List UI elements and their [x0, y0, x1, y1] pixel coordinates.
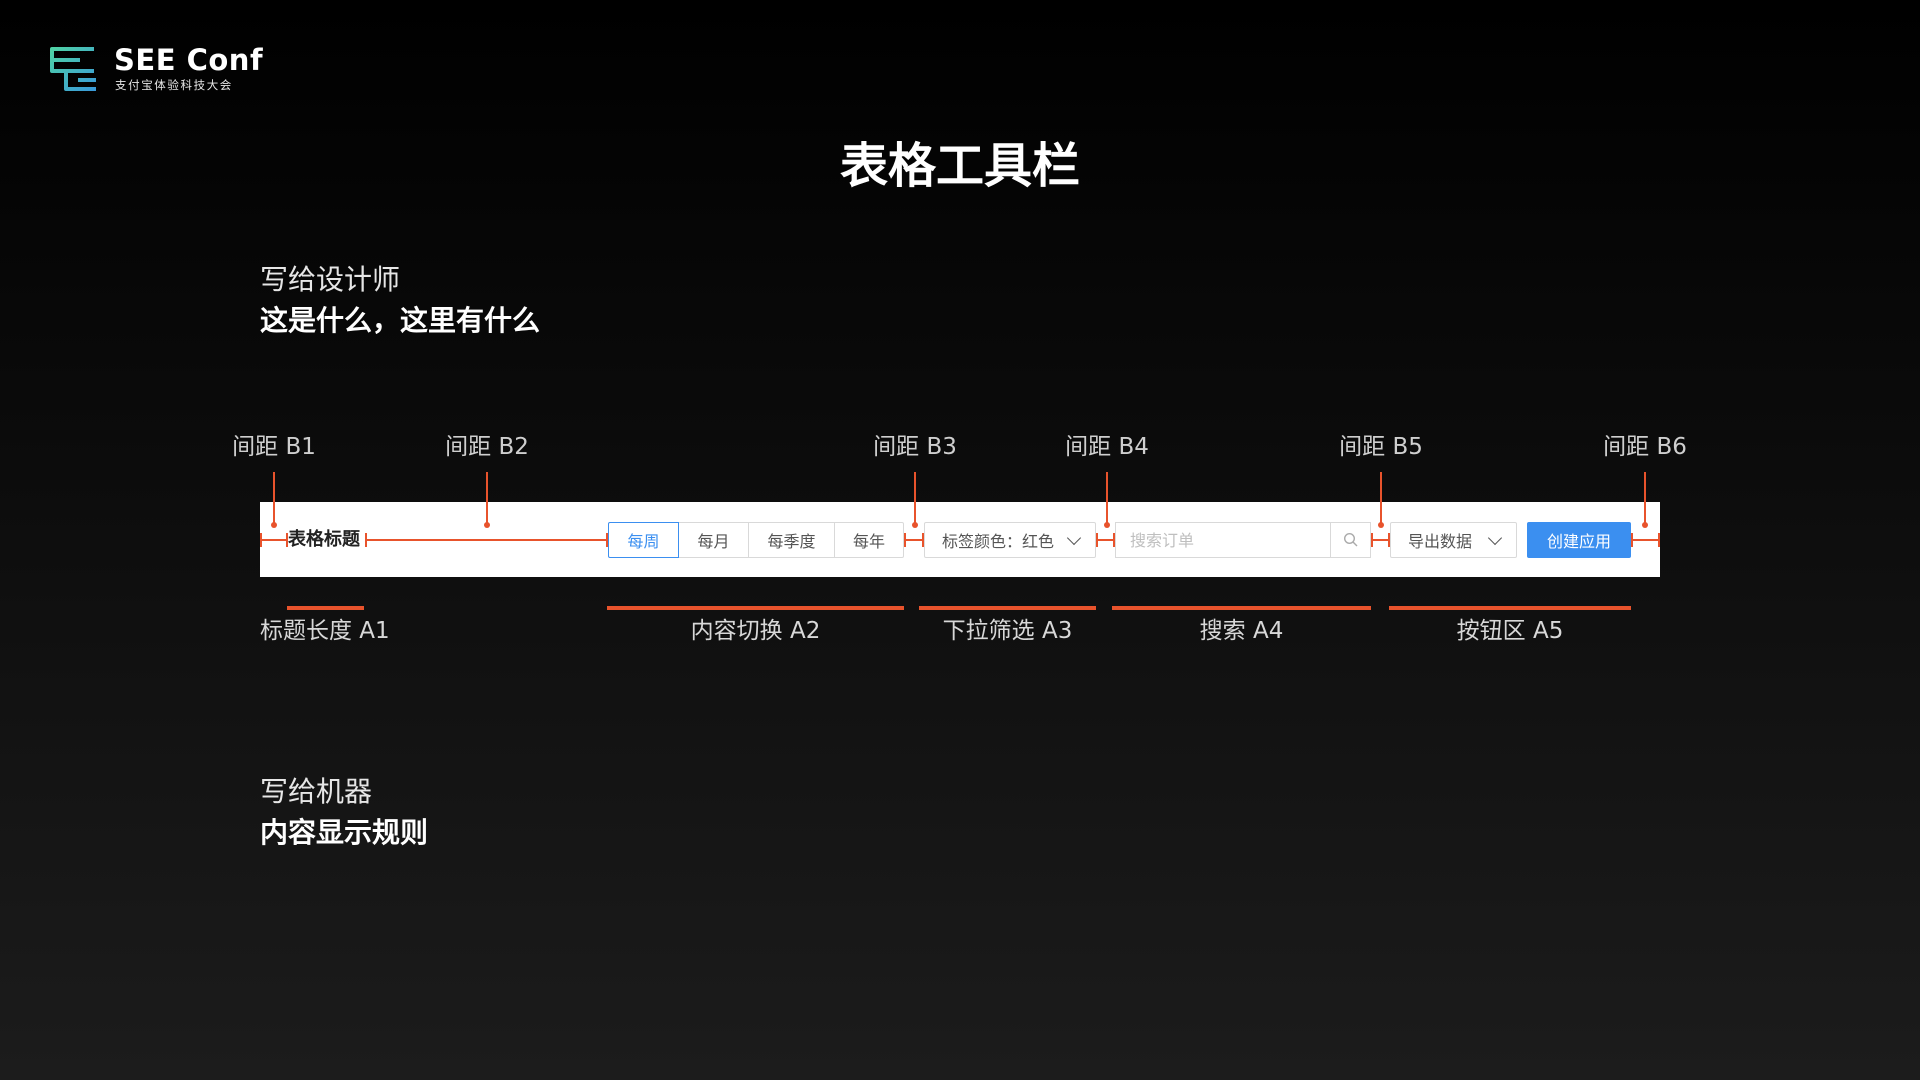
area-bar-a4 [1112, 606, 1371, 610]
leader-dot-b3 [912, 522, 918, 528]
area-bar-a2 [607, 606, 904, 610]
leader-dot-b1 [271, 522, 277, 528]
leader-line-b6 [1644, 472, 1646, 524]
leader-dot-b6 [1642, 522, 1648, 528]
order-search-box [1115, 522, 1371, 558]
leader-line-b2 [486, 472, 488, 524]
export-data-button[interactable]: 导出数据 [1390, 522, 1517, 558]
area-bar-a3 [919, 606, 1096, 610]
segment-weekly[interactable]: 每周 [608, 522, 679, 558]
gap-tick [365, 533, 367, 547]
leader-line-b5 [1380, 472, 1382, 524]
gap-tick [1658, 533, 1660, 547]
gap-tick [1631, 533, 1633, 547]
logo-name: SEE Conf [114, 43, 264, 77]
leader-line-b3 [914, 472, 916, 524]
segment-quarterly[interactable]: 每季度 [748, 522, 835, 558]
designer-section-label: 写给设计师 [260, 263, 401, 296]
leader-line-b1 [273, 472, 275, 524]
spacing-label-b3: 间距 B3 [873, 434, 957, 460]
area-label-a2: 内容切换 A2 [690, 618, 821, 644]
leader-dot-b2 [484, 522, 490, 528]
tag-color-filter-dropdown[interactable]: 标签颜色：红色 [924, 522, 1096, 558]
area-label-a5: 按钮区 A5 [1456, 618, 1564, 644]
gap-tick [1371, 533, 1373, 547]
chevron-down-icon [1487, 530, 1503, 546]
spacing-label-b2: 间距 B2 [445, 434, 529, 460]
gap-measure-b2 [365, 539, 608, 541]
area-bar-a1 [287, 606, 364, 610]
filter-label: 标签颜色：红色 [942, 532, 1055, 551]
area-bar-a5 [1389, 606, 1631, 610]
spacing-label-b4: 间距 B4 [1065, 434, 1149, 460]
leader-dot-b4 [1104, 522, 1110, 528]
toolbar-table-title: 表格标题 [288, 529, 360, 550]
machine-section-label: 写给机器 [260, 775, 373, 808]
slide-title: 表格工具栏 [839, 138, 1080, 194]
segment-monthly[interactable]: 每月 [678, 522, 749, 558]
leader-line-b4 [1106, 472, 1108, 524]
search-icon [1343, 532, 1358, 547]
logo-subtitle: 支付宝体验科技大会 [115, 78, 233, 92]
search-input[interactable] [1116, 523, 1328, 557]
area-label-a1: 标题长度 A1 [260, 618, 390, 644]
create-app-button[interactable]: 创建应用 [1527, 522, 1631, 558]
leader-dot-b5 [1378, 522, 1384, 528]
spacing-label-b6: 间距 B6 [1603, 434, 1687, 460]
gap-measure-b1 [260, 539, 288, 541]
segment-yearly[interactable]: 每年 [834, 522, 904, 558]
gap-tick [1096, 533, 1098, 547]
gap-measure-b3 [904, 539, 924, 541]
spacing-label-b5: 间距 B5 [1339, 434, 1423, 460]
gap-tick [904, 533, 906, 547]
export-label: 导出数据 [1408, 532, 1473, 551]
see-conf-logo-icon [50, 47, 96, 91]
designer-section-subtitle: 这是什么，这里有什么 [260, 304, 541, 337]
area-label-a3: 下拉筛选 A3 [942, 618, 1073, 644]
gap-tick [260, 533, 262, 547]
spacing-label-b1: 间距 B1 [232, 434, 316, 460]
search-button[interactable] [1330, 523, 1370, 557]
chevron-down-icon [1066, 530, 1082, 546]
machine-section-subtitle: 内容显示规则 [260, 816, 429, 849]
area-label-a4: 搜索 A4 [1199, 618, 1284, 644]
gap-measure-b6 [1631, 539, 1660, 541]
